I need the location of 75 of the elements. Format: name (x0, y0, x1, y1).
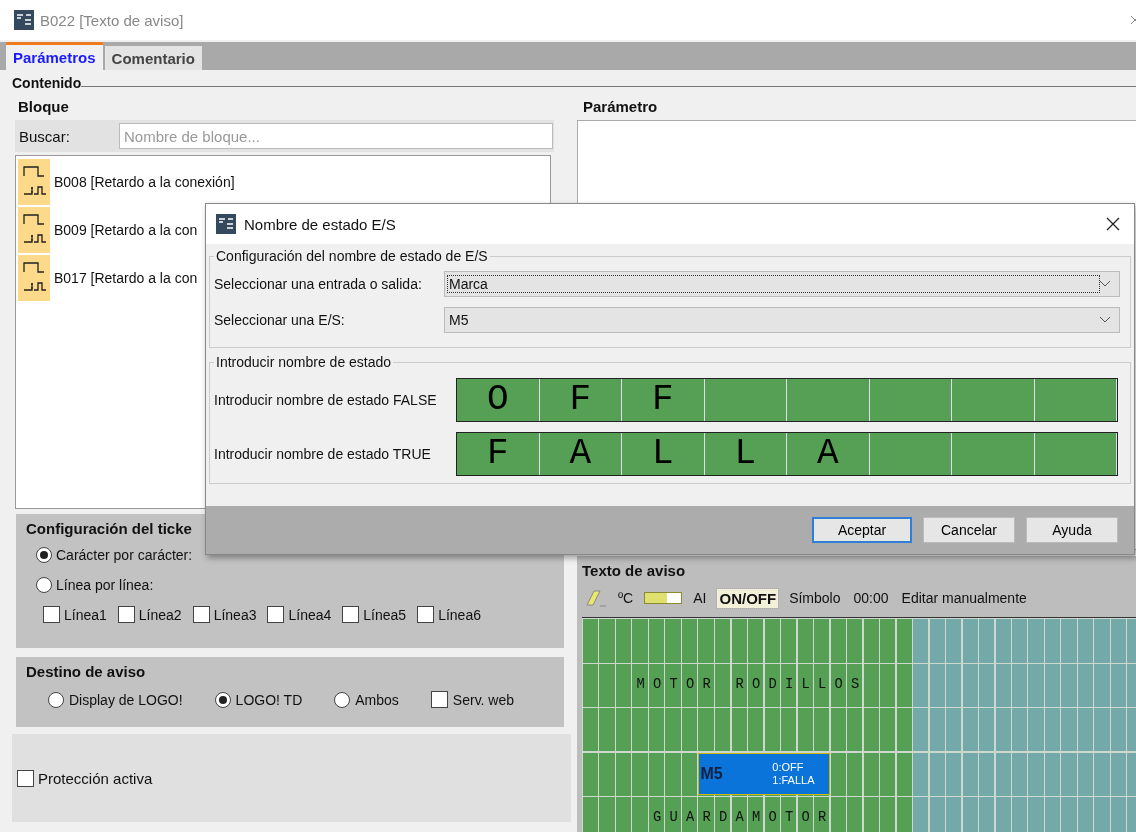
toolbar-item[interactable]: ON/OFF (717, 588, 779, 608)
dialog-title: Nombre de estado E/S (244, 215, 396, 233)
checkbox[interactable] (43, 606, 60, 623)
chevron-icon (1099, 316, 1111, 324)
checkbox-label: Línea2 (138, 606, 182, 623)
checkbox-label: Línea1 (64, 606, 107, 623)
list-item[interactable]: B009 [Retardo a la con (54, 222, 198, 238)
checkbox[interactable] (267, 606, 285, 623)
tab[interactable]: Comentario (104, 46, 202, 70)
pulse-icon (18, 255, 50, 301)
window-title: B022 [Texto de aviso] (40, 11, 184, 29)
chevron-icon (1099, 280, 1111, 288)
toolbar-item[interactable]: Símbolo (787, 589, 843, 607)
checkbox[interactable] (417, 606, 435, 623)
checkbox-label: Línea6 (438, 606, 481, 623)
checkbox-label: Serv. web (452, 691, 515, 708)
checkbox[interactable] (17, 769, 34, 787)
checkbox-label: Línea3 (213, 606, 257, 623)
radio-button[interactable] (36, 547, 52, 563)
toolbar-item[interactable]: AI (691, 589, 709, 607)
app-icon (216, 214, 236, 234)
display-text: G U A R D A M O T O R (652, 810, 827, 827)
field-label: Introducir nombre de estado TRUE (214, 446, 432, 462)
radio-label: Ambos (355, 691, 399, 708)
panel-title: Texto de aviso (582, 561, 687, 581)
checkbox[interactable] (430, 691, 448, 708)
field-label: Introducir nombre de estado FALSE (214, 392, 438, 408)
dialog-button[interactable]: Ayuda (1026, 517, 1118, 543)
list-item[interactable]: B008 [Retardo a la conexión] (54, 174, 235, 190)
toolbar-item[interactable]: 00:00 (851, 589, 891, 607)
radio-label: Carácter por carácter: (56, 547, 193, 563)
checkbox[interactable] (192, 606, 210, 623)
checkbox[interactable] (342, 606, 360, 623)
list-item[interactable]: B017 [Retardo a la con (54, 270, 198, 286)
group-legend: Contenido (12, 75, 82, 91)
radio-label: Display de LOGO! (69, 691, 183, 708)
toolbar-item[interactable]: Editar manualmente (899, 589, 1029, 607)
tag-name: M5 (700, 764, 723, 783)
dropdown[interactable]: M5 (444, 307, 1120, 333)
dialog-button[interactable]: Aceptar (812, 517, 912, 543)
radio-label: Línea por línea: (56, 577, 154, 593)
panel-title: Bloque (17, 98, 70, 117)
bar-graph-icon[interactable] (644, 592, 683, 604)
panel-title: Destino de aviso (26, 662, 147, 682)
app-icon (14, 10, 34, 30)
radio-label: LOGO! TD (235, 691, 303, 708)
tag-state: 0:OFF (772, 760, 805, 774)
input-field[interactable]: O F F (456, 378, 1118, 422)
display-text: M O T O R R O D I L L O S (635, 676, 860, 693)
panel-title: Parámetro (582, 98, 659, 117)
checkbox-label: Línea4 (288, 606, 332, 623)
dialog-button[interactable]: Cancelar (923, 517, 1015, 543)
tab[interactable]: Parámetros (6, 42, 103, 70)
tag-state: 1:FALLA (772, 773, 815, 787)
radio-button[interactable] (48, 691, 64, 708)
dropdown[interactable]: Marca (444, 271, 1120, 297)
checkbox[interactable] (117, 606, 135, 623)
field-label: Seleccionar una entrada o salida: (214, 276, 423, 292)
pulse-icon (18, 159, 50, 205)
input-field[interactable]: F A L L A (456, 432, 1118, 476)
radio-button[interactable] (334, 691, 351, 708)
close-icon[interactable] (1106, 217, 1120, 231)
toolbar-item[interactable]: ºC (616, 589, 636, 607)
io-tag[interactable]: M5 0:OFF 1:FALLA (697, 752, 830, 795)
radio-button[interactable] (36, 577, 52, 593)
panel-title: Configuración del ticke (26, 519, 193, 539)
checkbox-label: Línea5 (363, 606, 407, 623)
group-legend: Introducir nombre de estado (214, 354, 394, 370)
checkbox-label: Protección activa (38, 769, 153, 787)
field-label: Seleccionar una E/S: (214, 312, 346, 328)
search-label: Buscar: (18, 127, 71, 145)
group-legend: Configuración del nombre de estado de E/S (214, 248, 490, 264)
pulse-icon (18, 207, 50, 253)
radio-button[interactable] (214, 691, 231, 708)
search-field[interactable]: Nombre de bloque... (119, 123, 553, 149)
